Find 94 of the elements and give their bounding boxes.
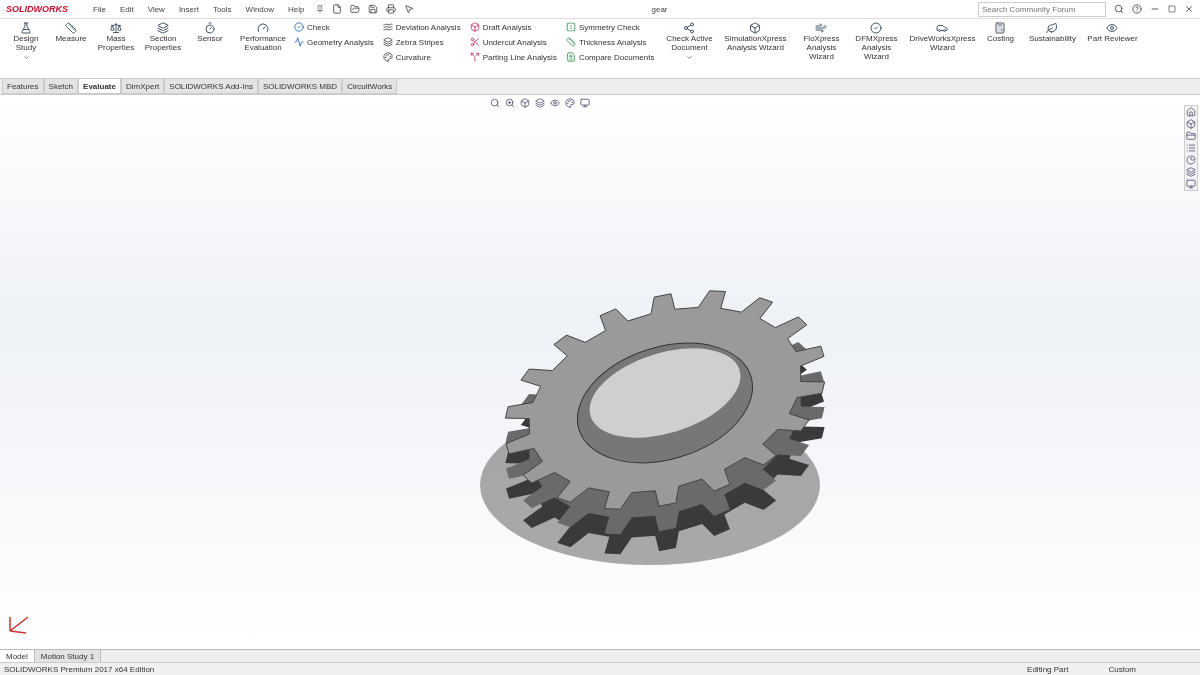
menu-item[interactable]: Edit <box>116 4 137 14</box>
open-folder-icon <box>349 4 360 14</box>
document-title: gear <box>651 4 668 14</box>
pin-icon <box>315 5 324 13</box>
search-field[interactable]: Search Community Forum <box>978 1 1106 17</box>
ribbon-button[interactable]: Sustainability <box>1021 22 1084 44</box>
layers-icon <box>157 22 169 34</box>
ribbon-tab[interactable]: SOLIDWORKS Add-Ins <box>164 79 258 94</box>
menu-item[interactable]: Insert <box>175 4 202 14</box>
list-icon[interactable] <box>1186 143 1196 153</box>
search-icon <box>1114 4 1124 14</box>
ruler-icon <box>65 22 77 34</box>
calculator-icon <box>994 22 1007 34</box>
flask-icon <box>20 22 32 34</box>
ribbon-button[interactable]: FloXpress Analysis Wizard <box>795 22 848 62</box>
app-logo: SOLIDWORKS <box>6 4 68 14</box>
scissors-icon <box>469 37 480 47</box>
timer-icon <box>204 22 216 34</box>
ribbon-button[interactable]: Check <box>294 22 374 32</box>
ribbon-button[interactable]: Compare Documents <box>565 52 655 62</box>
ribbon-button[interactable]: SimulationXpress Analysis Wizard <box>718 22 793 53</box>
ribbon-button[interactable]: Section Properties <box>141 22 185 53</box>
car-icon <box>936 22 949 34</box>
box-icon <box>749 22 762 34</box>
scale-icon <box>110 22 122 34</box>
ribbon-tab[interactable]: SOLIDWORKS MBD <box>257 79 343 94</box>
waves-icon <box>382 22 393 32</box>
layers-icon <box>382 37 393 47</box>
home-icon[interactable] <box>1186 107 1196 117</box>
units-text: Custom <box>1108 664 1136 674</box>
menu-item[interactable]: File <box>90 4 109 14</box>
ribbon-tab[interactable]: Sketch <box>43 79 79 94</box>
document-tab[interactable]: Model <box>0 650 35 662</box>
ribbon-button[interactable]: Costing <box>982 22 1019 44</box>
ribbon-button[interactable]: Design Study <box>4 22 48 61</box>
ribbon-button[interactable]: Thickness Analysis <box>565 37 655 47</box>
ribbon-button[interactable]: Deviation Analysis <box>382 22 461 32</box>
new-document-icon <box>331 4 342 14</box>
gauge-icon <box>257 22 269 34</box>
maximize-icon <box>1168 5 1176 13</box>
edition-text: SOLIDWORKS Premium 2017 x64 Edition <box>4 664 155 674</box>
leaf-icon <box>1046 22 1059 34</box>
ribbon-button[interactable]: Sensor <box>188 22 232 44</box>
ribbon-button[interactable]: Measure <box>51 22 91 44</box>
ribbon-tab[interactable]: CircuitWorks <box>342 79 398 94</box>
ribbon-button[interactable]: Symmetry Check <box>565 22 655 32</box>
zoom-icon[interactable] <box>505 98 515 108</box>
nodes-icon <box>683 22 696 34</box>
check-circle-icon <box>870 22 883 34</box>
save-icon <box>367 4 378 14</box>
palette-icon <box>382 52 393 62</box>
ribbon-button[interactable]: Curvature <box>382 52 461 62</box>
layers-icon[interactable] <box>1186 167 1196 177</box>
cube-icon[interactable] <box>1186 119 1196 129</box>
pulse-icon <box>294 37 304 47</box>
ribbon-button[interactable]: Check Active Document <box>663 22 716 61</box>
split-icon <box>469 52 480 62</box>
ribbon-button[interactable]: Parting Line Analysis <box>469 52 557 62</box>
menu-item[interactable]: Tools <box>209 4 235 14</box>
ribbon-tab[interactable]: Evaluate <box>78 79 121 94</box>
folder-icon[interactable] <box>1186 131 1196 141</box>
menu-item[interactable]: View <box>144 4 168 14</box>
ribbon-button[interactable]: Performance Evaluation <box>235 22 291 53</box>
ribbon-button[interactable]: DriveWorksXpress Wizard <box>905 22 980 53</box>
close-icon <box>1184 4 1194 14</box>
ribbon-button[interactable]: Geometry Analysis <box>294 37 374 47</box>
eye-icon <box>1106 22 1119 34</box>
ribbon-button[interactable]: DFMXpress Analysis Wizard <box>850 22 903 62</box>
layers-icon[interactable] <box>535 98 545 108</box>
menu-item[interactable]: Window <box>242 4 278 14</box>
monitor-icon[interactable] <box>1186 179 1196 189</box>
ribbon-button[interactable]: Draft Analysis <box>469 22 557 32</box>
ribbon-button[interactable]: Mass Properties <box>94 22 138 53</box>
ribbon-tab[interactable]: DimXpert <box>120 79 165 94</box>
mode-text: Editing Part <box>1027 664 1069 674</box>
menu-item[interactable]: Help <box>285 4 308 14</box>
ribbon-button[interactable]: Zebra Stripes <box>382 37 461 47</box>
cube-icon[interactable] <box>520 98 530 108</box>
document-tab[interactable]: Motion Study 1 <box>34 650 102 662</box>
pie-chart-icon[interactable] <box>1186 155 1196 165</box>
ribbon-tab[interactable]: Features <box>2 79 44 94</box>
pointer-icon <box>403 4 414 14</box>
help-icon <box>1132 4 1142 14</box>
monitor-icon[interactable] <box>580 98 590 108</box>
palette-icon[interactable] <box>565 98 575 108</box>
ribbon-button[interactable]: Undercut Analysis <box>469 37 557 47</box>
ruler-icon <box>565 37 576 47</box>
check-circle-icon <box>294 22 304 32</box>
print-icon <box>385 4 396 14</box>
ribbon-button[interactable]: Part Reviewer <box>1086 22 1139 44</box>
file-diff-icon <box>565 52 576 62</box>
box-icon <box>469 22 480 32</box>
eye-icon[interactable] <box>550 98 560 108</box>
search-icon[interactable] <box>490 98 500 108</box>
